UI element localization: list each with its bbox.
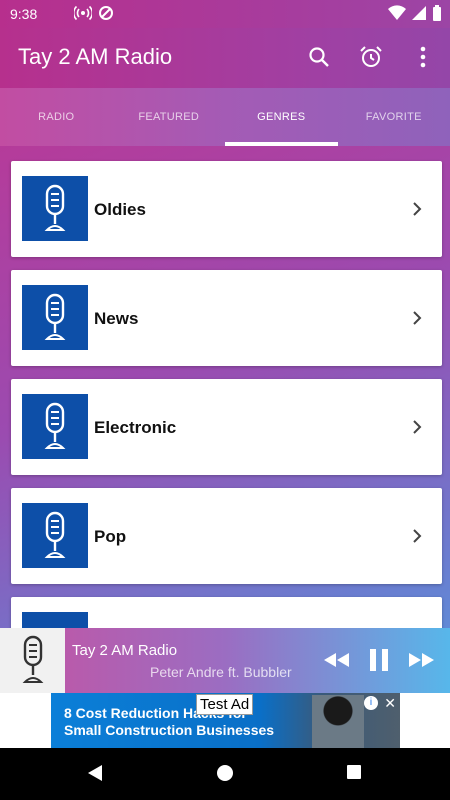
player-station-title: Tay 2 AM Radio <box>72 642 178 659</box>
genre-label: Oldies <box>94 200 146 219</box>
fast-forward-icon <box>409 653 434 667</box>
fast-forward-button[interactable] <box>408 645 436 680</box>
genre-thumbnail <box>22 176 88 241</box>
rewind-button[interactable] <box>322 645 350 680</box>
genre-thumbnail <box>22 285 88 350</box>
pause-icon <box>370 649 388 671</box>
back-button[interactable] <box>86 764 104 787</box>
microphone-icon <box>44 402 66 449</box>
microphone-icon <box>44 184 66 231</box>
mini-player[interactable]: Tay 2 AM Radio Peter Andre ft. Bubbler <box>0 628 450 693</box>
back-triangle-icon <box>88 765 102 781</box>
ad-close-icon[interactable]: ✕ <box>384 695 396 712</box>
ad-banner[interactable]: 8 Cost Reduction Hacks for Small Constru… <box>51 693 400 748</box>
chevron-right-icon <box>413 420 422 434</box>
tab-bar: RADIO FEATURED GENRES FAVORITE <box>0 88 450 146</box>
test-ad-label: Test Ad <box>196 694 254 715</box>
status-bar: 9:38 <box>0 0 450 28</box>
genre-label: Pop <box>94 527 127 546</box>
chevron-right-icon <box>413 529 422 543</box>
genre-label: News <box>94 309 139 328</box>
genre-item-electronic[interactable]: Electronic <box>11 379 442 475</box>
signal-icon <box>412 6 426 20</box>
chevron-right-icon <box>413 311 422 325</box>
genre-list: Oldies News Electronic Pop <box>11 161 442 706</box>
data-saver-icon <box>99 6 113 20</box>
more-vert-icon <box>420 46 426 68</box>
genre-item-pop[interactable]: Pop <box>11 488 442 584</box>
ad-info-icon[interactable]: i <box>364 696 378 710</box>
genre-item-news[interactable]: News <box>11 270 442 366</box>
ad-image <box>312 695 364 748</box>
overflow-menu-button[interactable] <box>408 42 438 72</box>
player-artwork <box>0 628 65 693</box>
chevron-right-icon <box>413 202 422 216</box>
system-nav-bar <box>0 748 450 800</box>
player-artist: Peter Andre ft. Bubbler <box>150 664 292 680</box>
alarm-button[interactable] <box>356 42 386 72</box>
status-time: 9:38 <box>10 6 38 22</box>
tab-favorite[interactable]: FAVORITE <box>338 88 450 146</box>
rewind-icon <box>324 653 349 667</box>
home-button[interactable] <box>216 764 234 787</box>
broadcast-icon <box>74 5 92 21</box>
pause-button[interactable] <box>368 645 390 680</box>
genre-thumbnail <box>22 394 88 459</box>
app-bar: Tay 2 AM Radio <box>0 28 450 88</box>
search-button[interactable] <box>304 42 334 72</box>
alarm-clock-icon <box>360 46 382 67</box>
microphone-icon <box>44 293 66 340</box>
recents-square-icon <box>347 765 361 779</box>
genre-thumbnail <box>22 503 88 568</box>
battery-icon <box>433 5 441 21</box>
recents-button[interactable] <box>346 764 362 785</box>
genre-label: Electronic <box>94 418 177 437</box>
wifi-icon <box>388 5 406 21</box>
tab-genres[interactable]: GENRES <box>225 88 338 146</box>
tab-radio[interactable]: RADIO <box>0 88 113 146</box>
home-circle-icon <box>217 765 233 781</box>
ad-container: 8 Cost Reduction Hacks for Small Constru… <box>0 693 450 748</box>
app-title: Tay 2 AM Radio <box>18 44 173 69</box>
microphone-icon <box>44 511 66 558</box>
tab-featured[interactable]: FEATURED <box>113 88 226 146</box>
genre-item-oldies[interactable]: Oldies <box>11 161 442 257</box>
microphone-icon <box>22 635 43 683</box>
search-icon <box>309 47 329 67</box>
ad-headline-line2: Small Construction Businesses <box>64 722 275 738</box>
